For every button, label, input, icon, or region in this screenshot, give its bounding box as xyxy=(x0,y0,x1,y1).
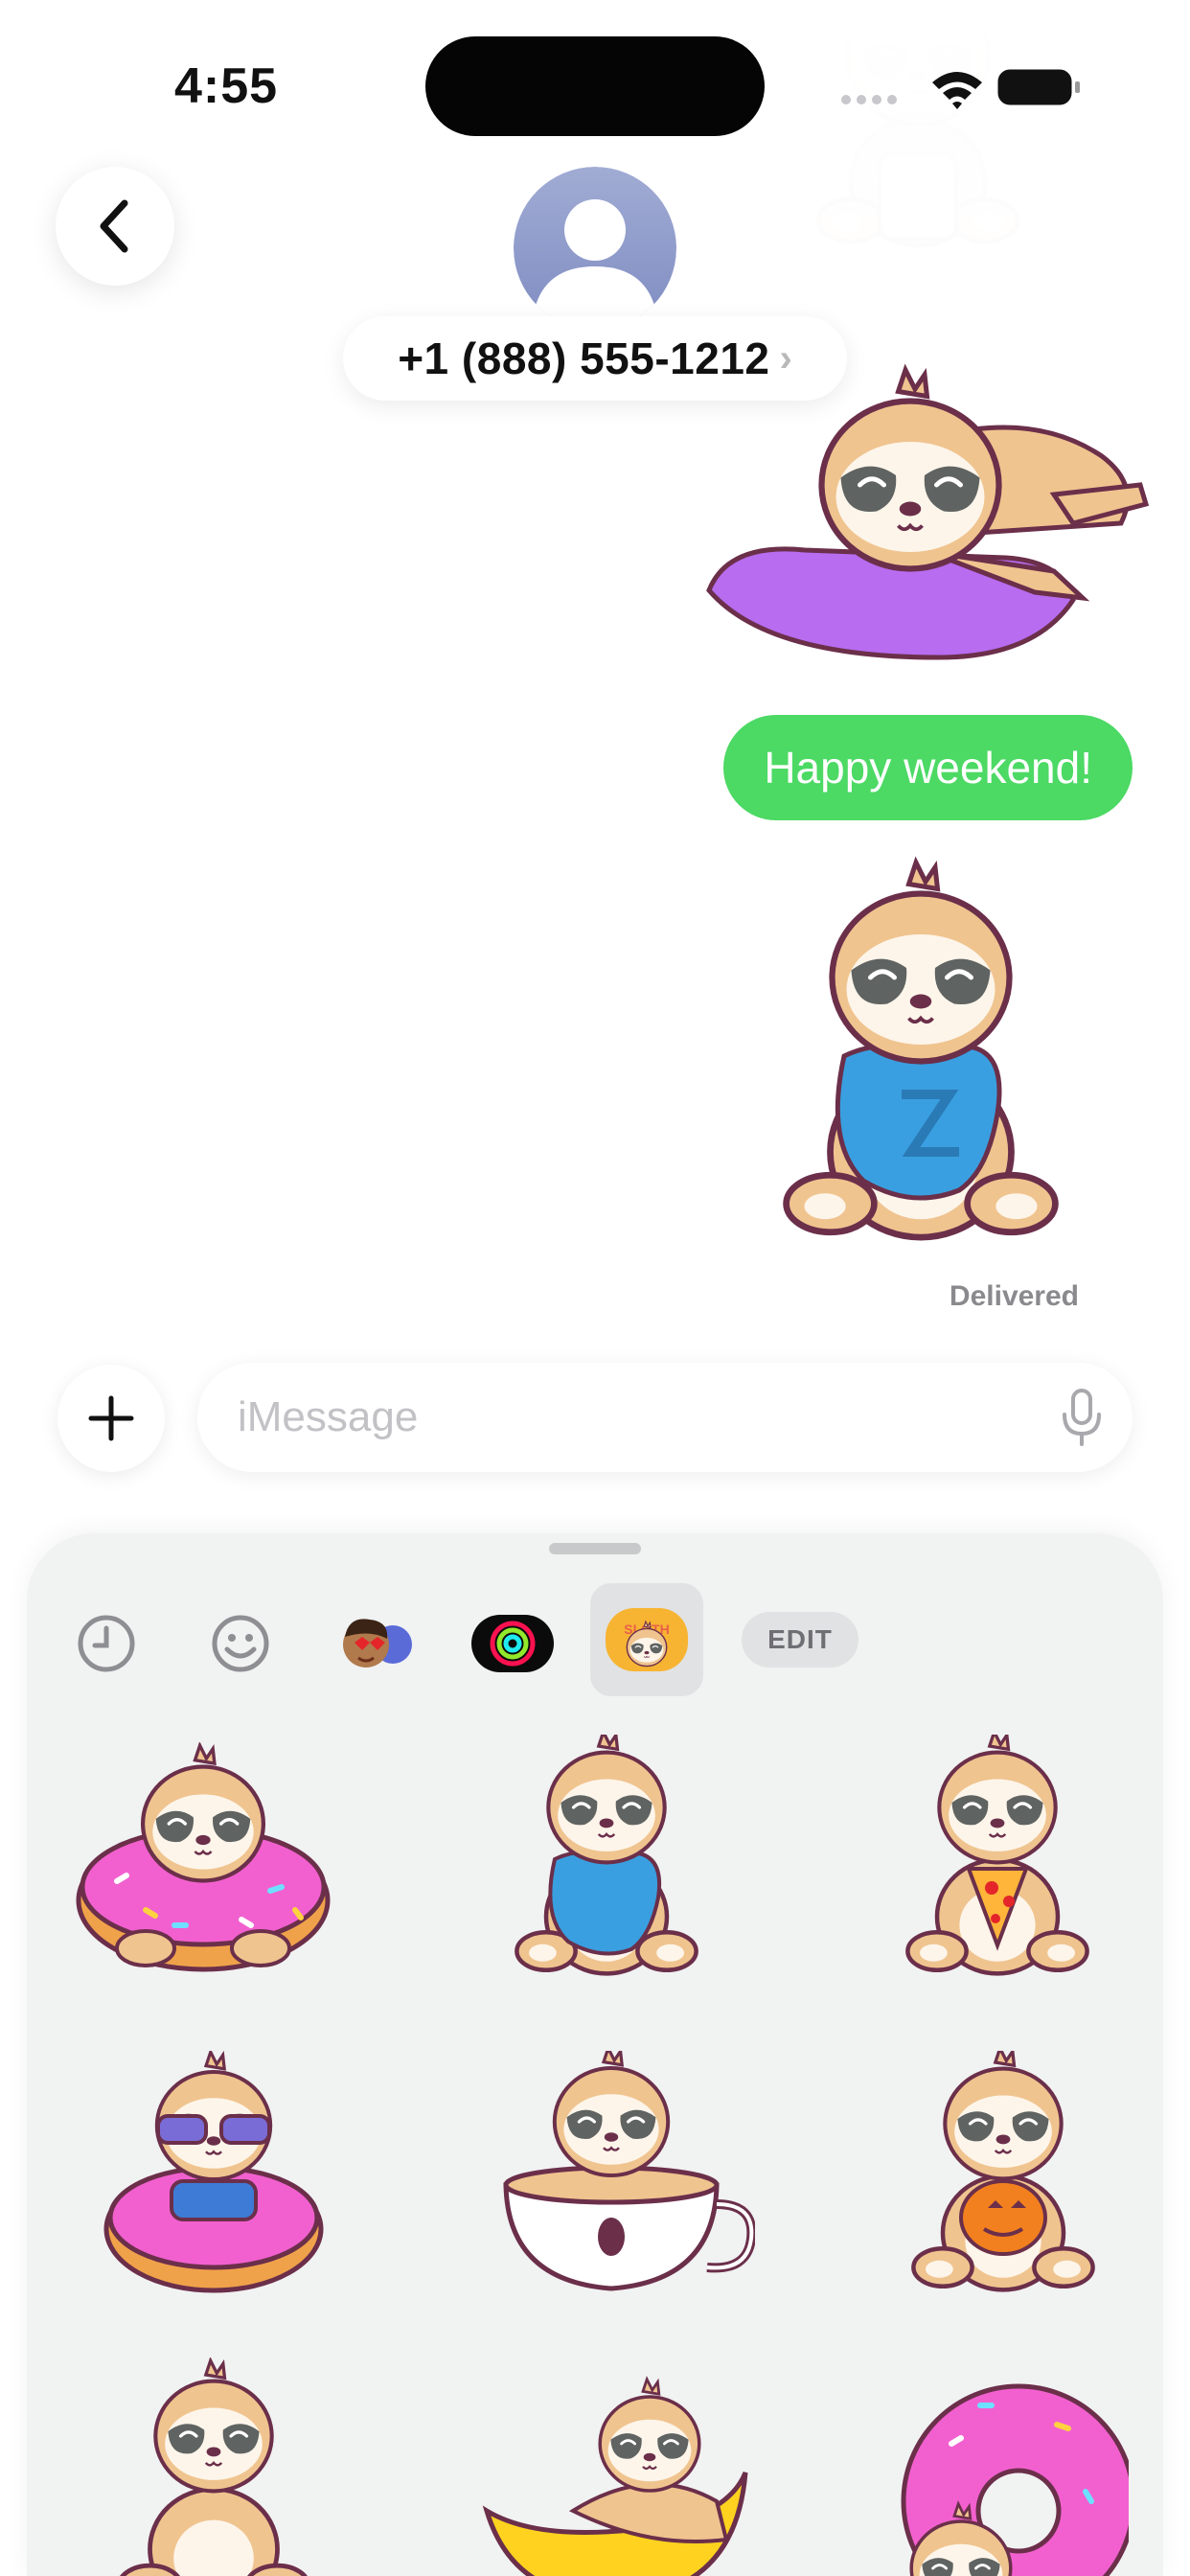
microphone-icon[interactable] xyxy=(1060,1388,1104,1447)
sent-sticker-sloth-blue-pillow[interactable] xyxy=(744,855,1098,1257)
dynamic-island xyxy=(425,36,765,136)
sticker-drawer: SLOTH EDIT xyxy=(27,1533,1163,2576)
memoji-icon xyxy=(343,1619,412,1668)
sent-message-bubble[interactable]: Happy weekend! xyxy=(723,715,1133,820)
sticker-sloth-meditating[interactable] xyxy=(94,2358,333,2576)
message-text: Happy weekend! xyxy=(764,743,1092,793)
sticker-sloth-coffee-cup[interactable] xyxy=(468,2051,755,2300)
battery-icon xyxy=(997,69,1080,105)
tab-emoji[interactable] xyxy=(188,1591,293,1696)
contact-avatar[interactable] xyxy=(514,167,676,330)
sent-sticker-sloth-pillow[interactable] xyxy=(690,341,1150,667)
message-input-field[interactable]: iMessage xyxy=(197,1363,1133,1472)
clock-icon xyxy=(78,1615,135,1672)
sticker-sloth-blue-pillow[interactable] xyxy=(487,1735,726,1984)
sticker-sloth-sunglasses-donut[interactable] xyxy=(94,2051,333,2300)
smiley-icon xyxy=(212,1615,269,1672)
sticker-sloth-donut[interactable] xyxy=(69,1742,337,1982)
plus-icon xyxy=(88,1395,134,1441)
apps-plus-button[interactable] xyxy=(57,1365,165,1472)
cellular-signal-icon xyxy=(841,95,897,104)
sticker-sloth-pumpkin[interactable] xyxy=(883,2051,1123,2300)
status-icons xyxy=(838,63,1087,116)
wifi-icon xyxy=(932,72,982,109)
back-button[interactable] xyxy=(56,167,174,286)
edit-stickers-button[interactable]: EDIT xyxy=(742,1612,858,1668)
sloth-pack-icon: SLOTH xyxy=(606,1608,688,1671)
status-time: 4:55 xyxy=(174,58,279,114)
sticker-sloth-big-donut[interactable] xyxy=(870,2358,1129,2576)
delivery-status: Delivered xyxy=(949,1280,1079,1312)
tab-memoji[interactable] xyxy=(322,1591,427,1696)
tab-activity[interactable] xyxy=(460,1591,565,1696)
sticker-sloth-pizza[interactable] xyxy=(878,1735,1117,1984)
message-input-placeholder: iMessage xyxy=(238,1393,419,1440)
chevron-left-icon xyxy=(100,199,128,253)
drawer-grabber[interactable] xyxy=(549,1543,641,1554)
activity-rings-icon xyxy=(471,1615,554,1672)
sticker-sloth-moon[interactable] xyxy=(468,2358,755,2576)
tab-sloth-pack[interactable]: SLOTH xyxy=(590,1583,703,1696)
tab-recents[interactable] xyxy=(54,1591,159,1696)
